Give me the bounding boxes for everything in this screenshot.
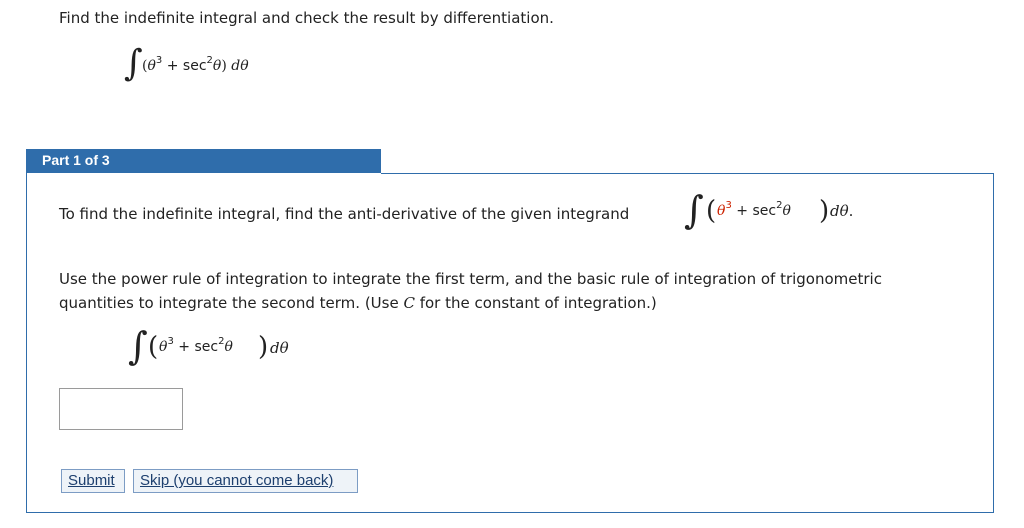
integral-sign-icon: ∫ [128, 324, 148, 368]
inline-integrand: ∫ ( θ3 + sec2θ ) dθ. [684, 188, 854, 232]
part-header-label: Part 1 of 3 [42, 152, 110, 168]
integral-sign-icon: ∫ [684, 188, 704, 232]
integral-sign-icon: ∫ [124, 43, 143, 84]
question-prompt: Find the indefinite integral and check t… [59, 9, 554, 27]
answer-integral: ∫ ( θ3 + sec2θ ) dθ [128, 324, 289, 368]
rule-instruction: Use the power rule of integration to int… [59, 270, 882, 312]
answer-input[interactable] [59, 388, 183, 430]
skip-button[interactable]: Skip (you cannot come back) [133, 469, 358, 493]
find-instruction: To find the indefinite integral, find th… [59, 205, 630, 223]
submit-button[interactable]: Submit [61, 469, 125, 493]
part-header: Part 1 of 3 [26, 149, 381, 173]
